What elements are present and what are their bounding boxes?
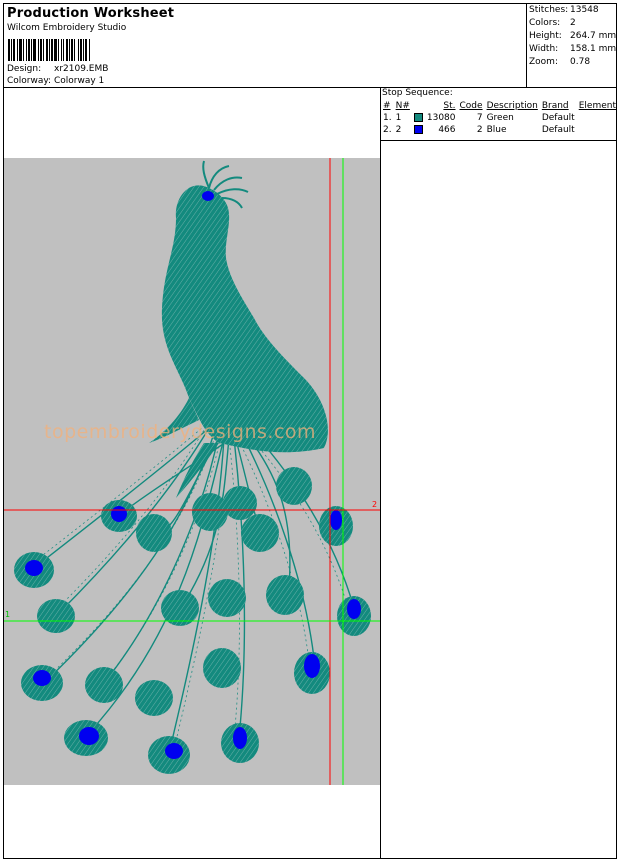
col-n: N# (395, 101, 410, 111)
guide-marker-red: 2 (372, 500, 378, 509)
head-eye (202, 191, 214, 201)
stop-sequence-panel: Stop Sequence: # N# St. Code Description… (380, 87, 617, 141)
colorway-value: Colorway 1 (54, 76, 105, 86)
col-stitches: St. (443, 101, 456, 111)
stat-zoom: Zoom: 0.78 (529, 57, 591, 67)
col-num: # (383, 101, 391, 111)
stop-sequence-title: Stop Sequence: (382, 88, 453, 98)
stats-panel: Stitches: 13548 Colors: 2 Height: 264.7 mm … (526, 3, 617, 88)
stat-stitches: Stitches: 13548 (529, 5, 599, 15)
stat-width: Width: 158.1 mm (529, 44, 617, 54)
col-brand: Brand (541, 101, 569, 111)
page-title: Production Worksheet (7, 6, 175, 21)
table-row: 1. 1 13080 7 Green Default (383, 113, 575, 123)
table-row: 2. 2 466 2 Blue Default (383, 125, 575, 135)
design-row: Design: xr2109.EMB (7, 64, 108, 74)
stat-height: Height: 264.7 mm (529, 31, 617, 41)
design-value: xr2109.EMB (54, 64, 109, 74)
table-header-row: # N# St. Code Description Brand Element (381, 100, 618, 112)
guide-marker-green: 1 (5, 610, 11, 619)
col-element: Element (578, 101, 616, 111)
header-panel: Production Worksheet Wilcom Embroidery S… (3, 3, 527, 88)
watermark-text: topembroiderydesigns.com (44, 421, 317, 443)
stop-sequence-table: # N# St. Code Description Brand Element … (381, 100, 618, 136)
color-swatch (413, 125, 423, 134)
software-name: Wilcom Embroidery Studio (7, 23, 127, 33)
col-code: Code (459, 101, 483, 111)
col-description: Description (486, 101, 538, 111)
col-swatch (412, 100, 425, 112)
barcode-image (8, 39, 132, 61)
design-label: Design: (7, 64, 42, 74)
colorway-row: Colorway: Colorway 1 (7, 76, 104, 86)
stat-colors: Colors: 2 (529, 18, 576, 28)
design-preview: topembroiderydesigns.com 2 1 (4, 158, 380, 785)
color-swatch (413, 113, 423, 122)
peacock-artwork (4, 158, 380, 785)
colorway-label: Colorway: (7, 76, 52, 86)
